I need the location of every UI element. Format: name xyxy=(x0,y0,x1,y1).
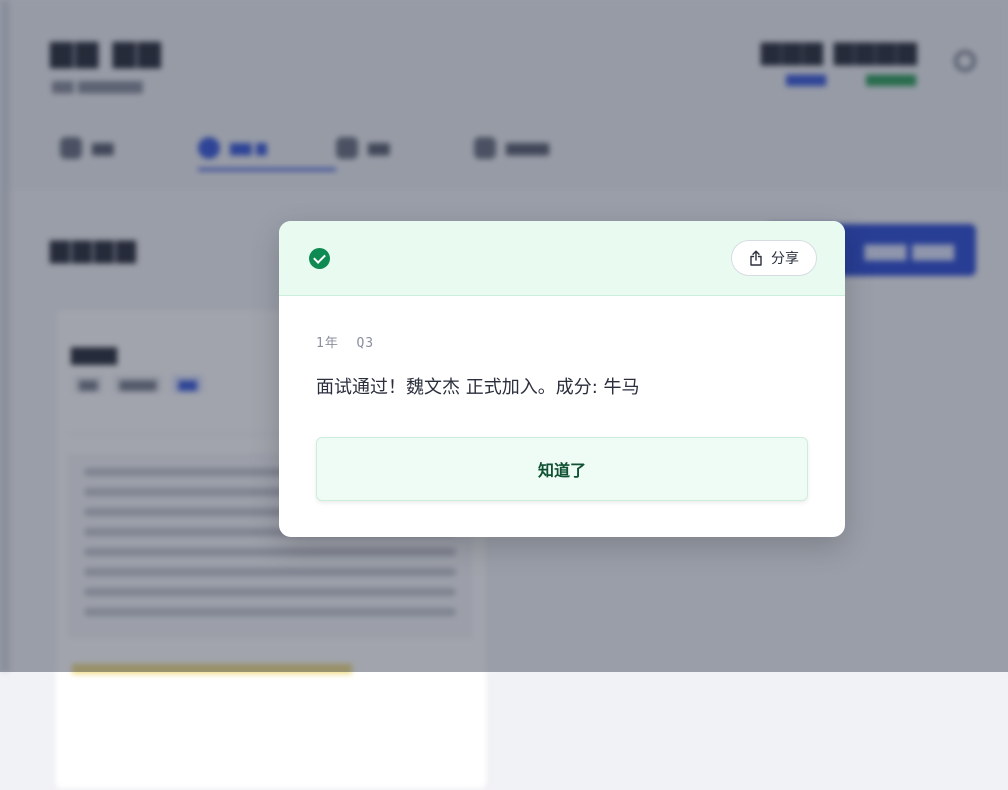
event-time: 1年 Q3 xyxy=(316,336,375,351)
share-button[interactable]: 分享 xyxy=(731,240,817,276)
confirm-button[interactable]: 知道了 xyxy=(316,437,808,501)
share-label: 分享 xyxy=(771,251,799,267)
event-dialog: 分享 1年 Q3 面试通过！魏文杰 正式加入。成分: 牛马 知道了 xyxy=(279,221,845,537)
share-icon xyxy=(750,250,762,266)
dialog-header: 分享 xyxy=(279,221,845,296)
event-message: 面试通过！魏文杰 正式加入。成分: 牛马 xyxy=(316,377,640,398)
check-circle-icon xyxy=(309,248,330,269)
